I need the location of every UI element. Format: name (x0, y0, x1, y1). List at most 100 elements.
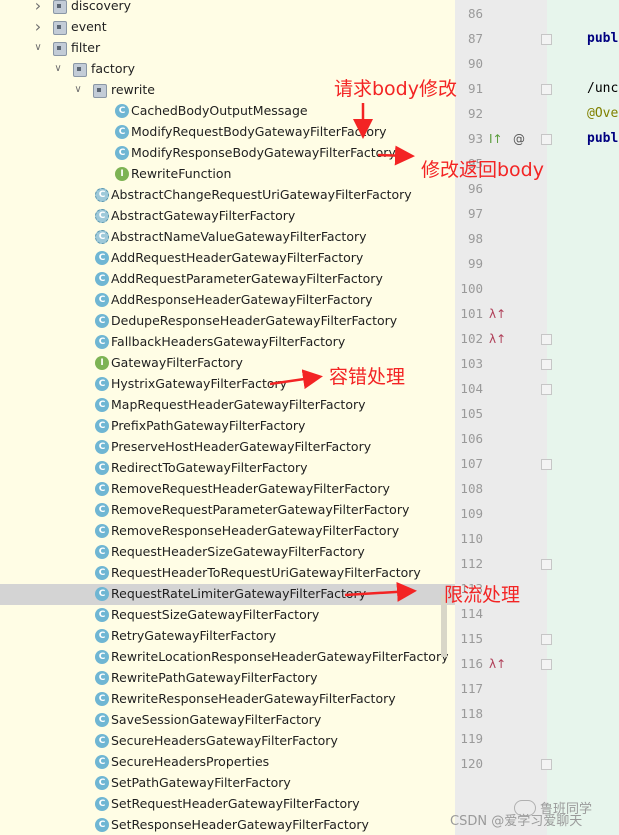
fold-marker-icon[interactable] (541, 759, 552, 770)
tree-item[interactable]: C DedupeResponseHeaderGatewayFilterFactor… (0, 311, 455, 332)
tree-item[interactable]: C RewriteResponseHeaderGatewayFilterFacto… (0, 689, 455, 710)
tree-item[interactable]: C MapRequestHeaderGatewayFilterFactory (0, 395, 455, 416)
tree-item[interactable]: C RemoveRequestHeaderGatewayFilterFactory (0, 479, 455, 500)
fold-marker-icon[interactable] (541, 34, 552, 45)
tree-item-label: RemoveResponseHeaderGatewayFilterFactory (111, 523, 400, 538)
tree-item[interactable]: I RewriteFunction (0, 164, 455, 185)
collapse-arrow-icon[interactable]: ∨ (33, 42, 43, 54)
tree-folder[interactable]: ∨ factory (0, 59, 455, 80)
tree-item[interactable]: C RewriteLocationResponseHeaderGatewayFil… (0, 647, 455, 668)
tree-item[interactable]: C RedirectToGatewayFilterFactory (0, 458, 455, 479)
tree-item[interactable]: C AddRequestHeaderGatewayFilterFactory (0, 248, 455, 269)
line-number: 100 (460, 281, 483, 296)
tree-item[interactable]: C ModifyResponseBodyGatewayFilterFactory (0, 143, 455, 164)
code-editor[interactable] (547, 0, 619, 835)
class-icon: C (95, 608, 109, 622)
tree-item[interactable]: C RequestSizeGatewayFilterFactory (0, 605, 455, 626)
line-number: 109 (460, 506, 483, 521)
interface-icon: I (115, 167, 129, 181)
lambda-override-icon[interactable]: λ↑ (489, 307, 506, 321)
tree-item[interactable]: C RequestRateLimiterGatewayFilterFactory (0, 584, 455, 605)
class-icon: C (95, 629, 109, 643)
line-number: 106 (460, 431, 483, 446)
tree-item[interactable]: C AddRequestParameterGatewayFilterFactory (0, 269, 455, 290)
class-icon: C (95, 419, 109, 433)
tree-item[interactable]: C ModifyRequestBodyGatewayFilterFactory (0, 122, 455, 143)
tree-item-label: RedirectToGatewayFilterFactory (111, 460, 308, 475)
tree-item[interactable]: C AbstractNameValueGatewayFilterFactory (0, 227, 455, 248)
tree-item[interactable]: C SetPathGatewayFilterFactory (0, 773, 455, 794)
expand-arrow-icon[interactable]: › (33, 0, 43, 14)
tree-item-label: HystrixGatewayFilterFactory (111, 376, 288, 391)
tree-item-label: PrefixPathGatewayFilterFactory (111, 418, 306, 433)
line-number: 90 (467, 56, 483, 71)
class-icon: C (95, 755, 109, 769)
class-icon: C (95, 272, 109, 286)
tree-folder[interactable]: ∨ filter (0, 38, 455, 59)
tree-item[interactable]: C SaveSessionGatewayFilterFactory (0, 710, 455, 731)
fold-marker-icon[interactable] (541, 134, 552, 145)
lambda-override-icon[interactable]: λ↑ (489, 657, 506, 671)
class-icon: C (95, 797, 109, 811)
tree-item[interactable]: C SetResponseHeaderGatewayFilterFactory (0, 815, 455, 835)
fold-marker-icon[interactable] (541, 384, 552, 395)
code-line[interactable]: publ (587, 131, 618, 147)
tree-item[interactable]: C SecureHeadersProperties (0, 752, 455, 773)
tree-item-label: MapRequestHeaderGatewayFilterFactory (111, 397, 366, 412)
line-number: 112 (460, 556, 483, 571)
tree-item-label: SecureHeadersGatewayFilterFactory (111, 733, 338, 748)
line-number: 120 (460, 756, 483, 771)
code-line[interactable]: publ (587, 31, 618, 47)
tree-item[interactable]: C AbstractChangeRequestUriGatewayFilterFa… (0, 185, 455, 206)
tree-folder[interactable]: › discovery (0, 0, 455, 17)
fold-marker-icon[interactable] (541, 634, 552, 645)
tree-item[interactable]: C CachedBodyOutputMessage (0, 101, 455, 122)
tree-item[interactable]: C RemoveResponseHeaderGatewayFilterFactor… (0, 521, 455, 542)
annotation-at-icon[interactable]: @ (513, 132, 525, 146)
tree-folder[interactable]: › event (0, 17, 455, 38)
line-number: 91 (467, 81, 483, 96)
fold-marker-icon[interactable] (541, 659, 552, 670)
fold-marker-icon[interactable] (541, 84, 552, 95)
tree-item[interactable]: C RemoveRequestParameterGatewayFilterFact… (0, 500, 455, 521)
class-icon: C (95, 566, 109, 580)
class-icon: C (115, 146, 129, 160)
tree-item[interactable]: C AbstractGatewayFilterFactory (0, 206, 455, 227)
tree-item-label: SetRequestHeaderGatewayFilterFactory (111, 796, 360, 811)
lambda-override-icon[interactable]: λ↑ (489, 332, 506, 346)
line-number: 118 (460, 706, 483, 721)
tree-item[interactable]: C PreserveHostHeaderGatewayFilterFactory (0, 437, 455, 458)
line-number: 108 (460, 481, 483, 496)
tree-item[interactable]: C RequestHeaderToRequestUriGatewayFilterF… (0, 563, 455, 584)
tree-item[interactable]: C AddResponseHeaderGatewayFilterFactory (0, 290, 455, 311)
tree-item-label: PreserveHostHeaderGatewayFilterFactory (111, 439, 372, 454)
interface-icon: I (95, 356, 109, 370)
expand-arrow-icon[interactable]: › (33, 19, 43, 35)
fold-marker-icon[interactable] (541, 359, 552, 370)
code-line[interactable]: /unc (587, 81, 618, 97)
code-line[interactable]: @Ove (587, 106, 618, 122)
class-icon: C (95, 251, 109, 265)
abstract-class-icon: C (95, 230, 109, 244)
tree-item[interactable]: C FallbackHeadersGatewayFilterFactory (0, 332, 455, 353)
tree-item[interactable]: C SetRequestHeaderGatewayFilterFactory (0, 794, 455, 815)
line-number: 99 (467, 256, 483, 271)
collapse-arrow-icon[interactable]: ∨ (73, 84, 83, 96)
package-folder-icon (93, 84, 107, 98)
fold-marker-icon[interactable] (541, 559, 552, 570)
tree-item-label: CachedBodyOutputMessage (131, 103, 308, 118)
line-number: 119 (460, 731, 483, 746)
tree-item[interactable]: C RewritePathGatewayFilterFactory (0, 668, 455, 689)
tree-item-label: SetPathGatewayFilterFactory (111, 775, 291, 790)
fold-marker-icon[interactable] (541, 334, 552, 345)
fold-marker-icon[interactable] (541, 459, 552, 470)
line-number: 98 (467, 231, 483, 246)
line-number: 107 (460, 456, 483, 471)
collapse-arrow-icon[interactable]: ∨ (53, 63, 63, 75)
tree-item[interactable]: C RequestHeaderSizeGatewayFilterFactory (0, 542, 455, 563)
tree-item[interactable]: C RetryGatewayFilterFactory (0, 626, 455, 647)
tree-item[interactable]: C SecureHeadersGatewayFilterFactory (0, 731, 455, 752)
implementing-method-icon[interactable]: I↑ (489, 132, 503, 146)
tree-item-label: SetResponseHeaderGatewayFilterFactory (111, 817, 369, 832)
tree-item[interactable]: C PrefixPathGatewayFilterFactory (0, 416, 455, 437)
